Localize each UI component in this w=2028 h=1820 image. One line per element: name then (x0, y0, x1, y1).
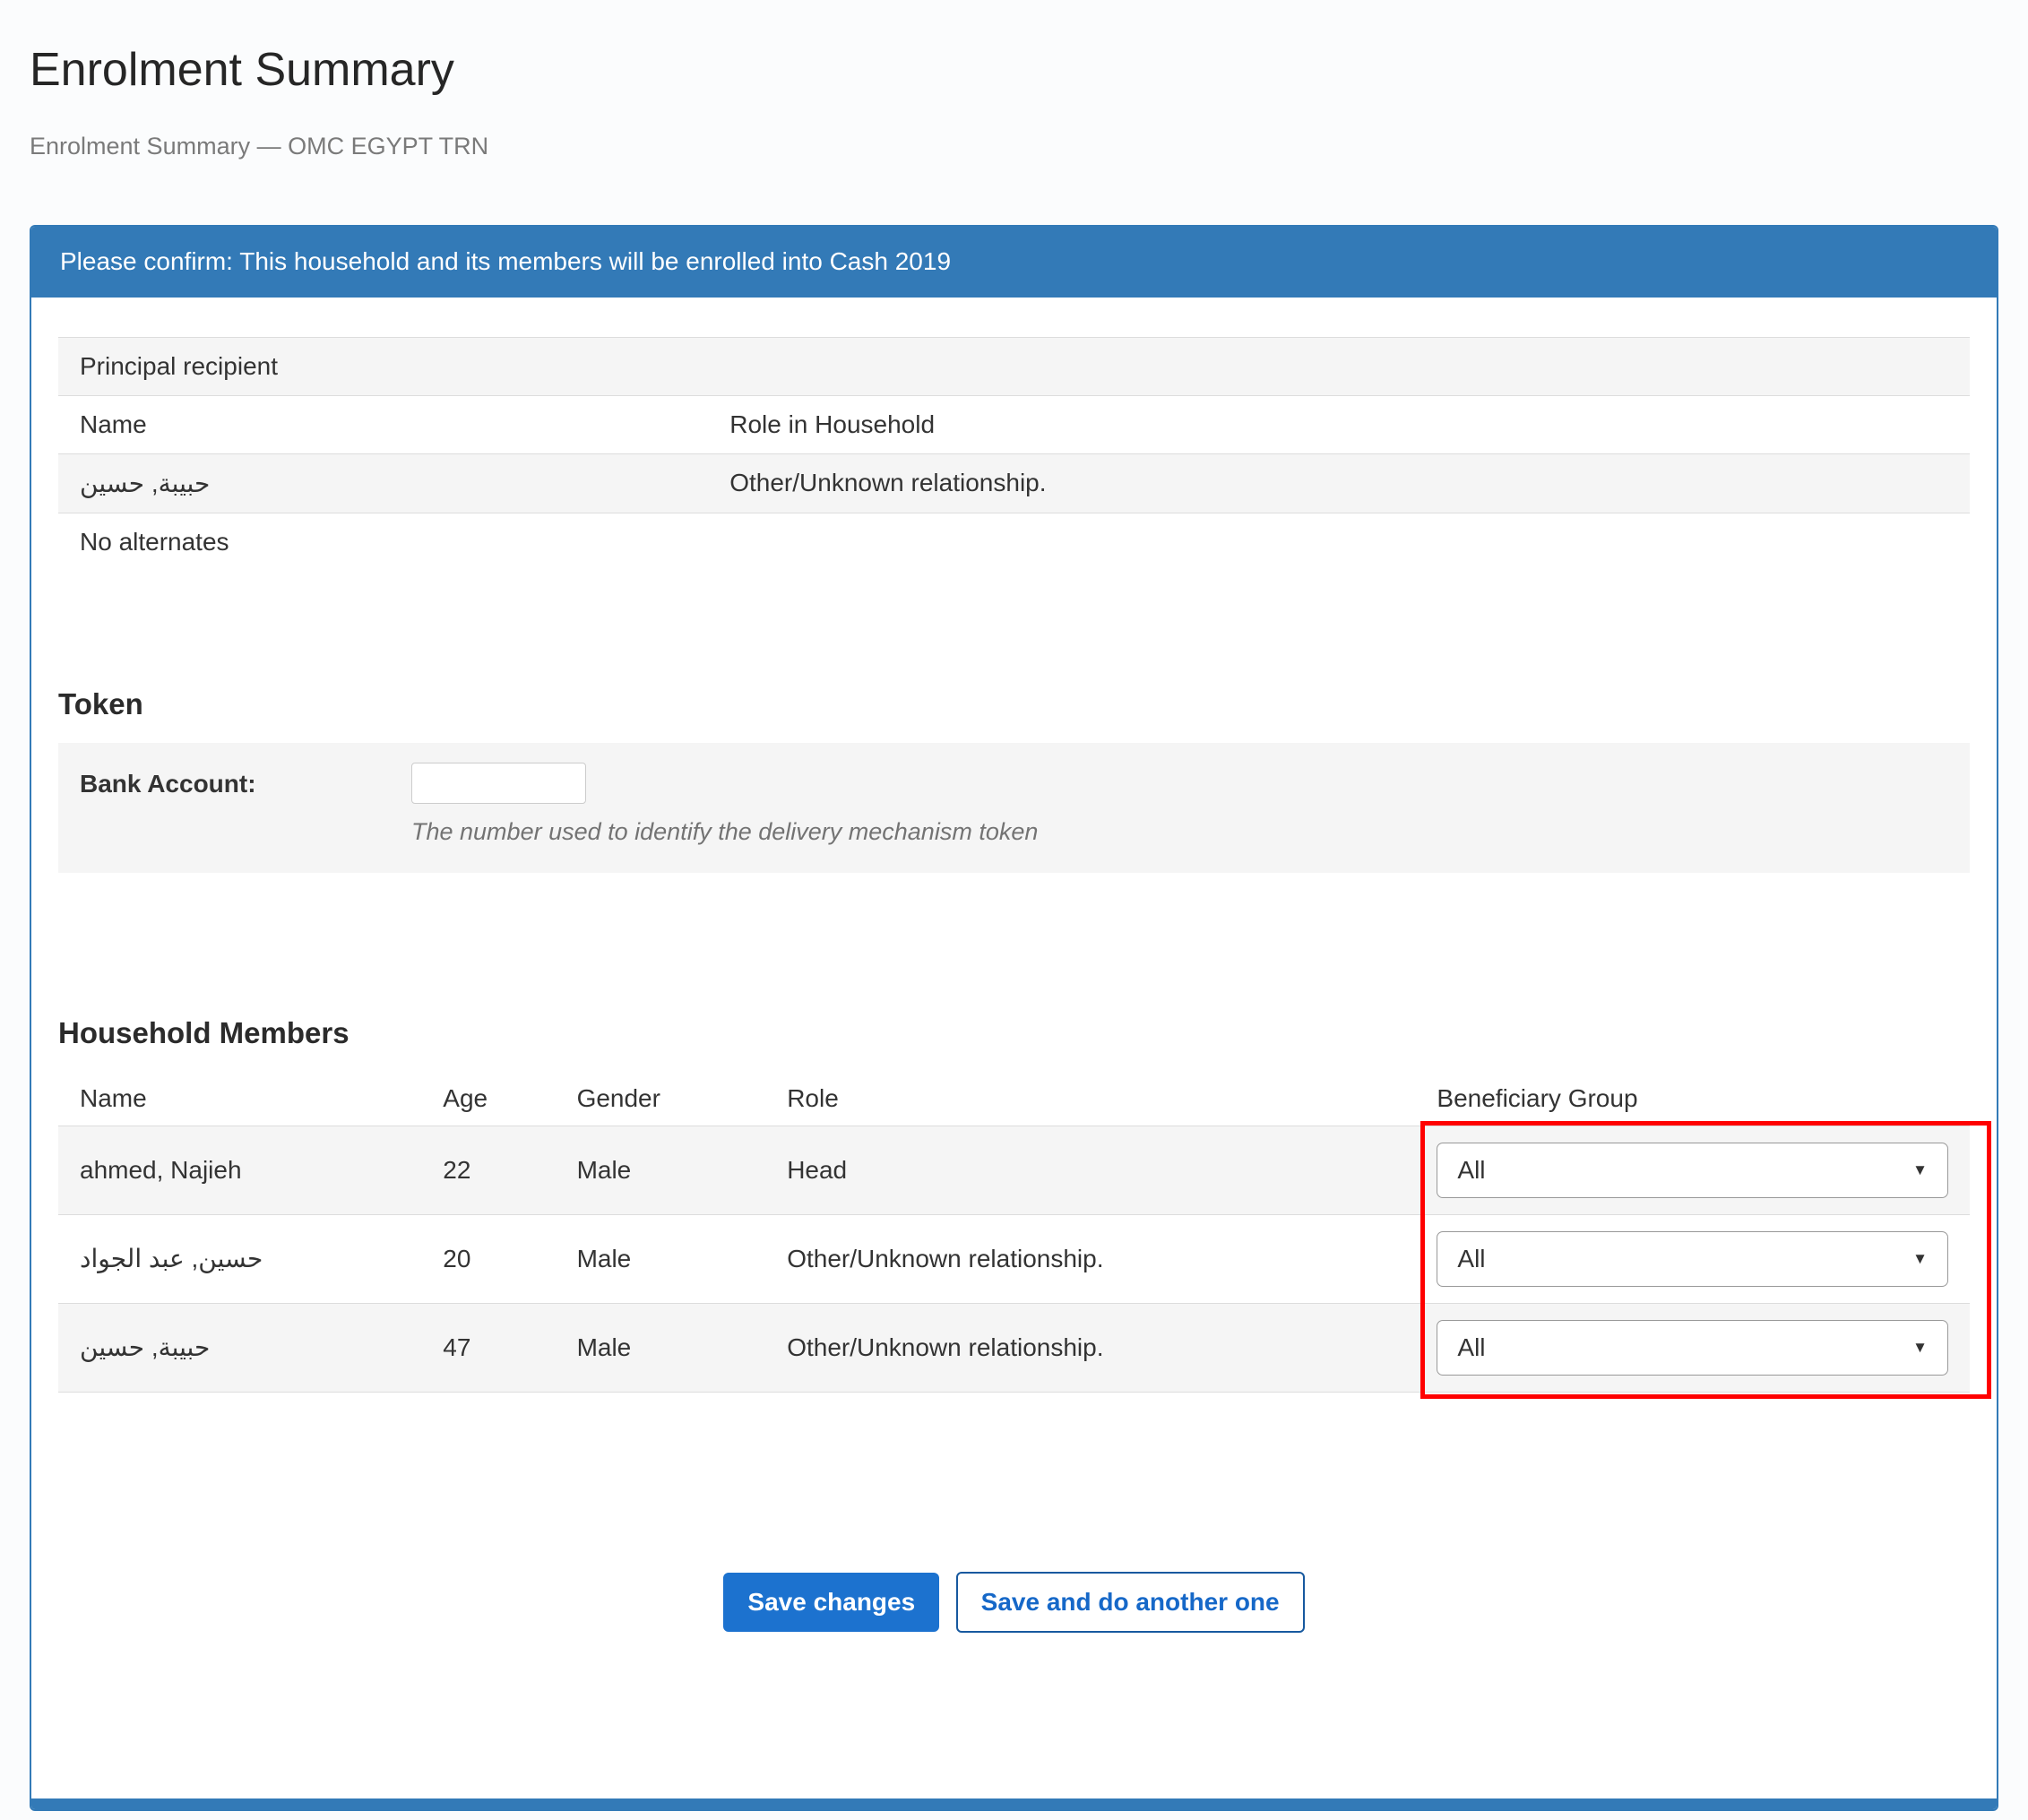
beneficiary-group-value: All (1457, 1333, 1485, 1362)
bank-account-help: The number used to identify the delivery… (411, 818, 1038, 846)
principal-header-row: Name Role in Household (58, 395, 1970, 453)
no-alternates-label: No alternates (58, 513, 1970, 571)
member-age: 22 (421, 1126, 555, 1214)
actions-bar: Save changes Save and do another one (58, 1572, 1970, 1798)
member-gender: Male (556, 1126, 766, 1214)
beneficiary-group-value: All (1457, 1245, 1485, 1273)
save-changes-button[interactable]: Save changes (723, 1573, 939, 1632)
beneficiary-group-select[interactable]: All ▼ (1437, 1320, 1948, 1376)
chevron-down-icon: ▼ (1912, 1339, 1928, 1357)
beneficiary-group-select[interactable]: All ▼ (1437, 1143, 1948, 1198)
household-header-row: Name Age Gender Role Beneficiary Group (58, 1072, 1970, 1126)
bank-account-label: Bank Account: (80, 763, 411, 798)
principal-section-row: Principal recipient (58, 337, 1970, 395)
member-row: حبيبة, حسين 47 Male Other/Unknown relati… (58, 1303, 1970, 1392)
member-row: حسين, عبد الجواد 20 Male Other/Unknown r… (58, 1214, 1970, 1303)
bank-account-input[interactable] (411, 763, 586, 804)
col-header-name: Name (58, 1072, 421, 1126)
member-age: 20 (421, 1214, 555, 1303)
col-header-role: Role (765, 1072, 1415, 1126)
col-header-gender: Gender (556, 1072, 766, 1126)
principal-recipient-table: Principal recipient Name Role in Househo… (58, 337, 1970, 571)
member-name: حسين, عبد الجواد (58, 1214, 421, 1303)
panel-body: Principal recipient Name Role in Househo… (31, 298, 1997, 1798)
household-table-wrap: Name Age Gender Role Beneficiary Group a… (58, 1072, 1970, 1393)
col-header-age: Age (421, 1072, 555, 1126)
page-title: Enrolment Summary (30, 43, 1998, 97)
principal-name-value: حبيبة, حسين (58, 453, 708, 513)
principal-role-header: Role in Household (708, 395, 1970, 453)
household-members-table: Name Age Gender Role Beneficiary Group a… (58, 1072, 1970, 1393)
principal-role-value: Other/Unknown relationship. (708, 453, 1970, 513)
page-container: Enrolment Summary Enrolment Summary — OM… (0, 0, 2028, 1811)
chevron-down-icon: ▼ (1912, 1161, 1928, 1179)
member-gender: Male (556, 1303, 766, 1392)
breadcrumb: Enrolment Summary — OMC EGYPT TRN (30, 133, 1998, 160)
member-name: حبيبة, حسين (58, 1303, 421, 1392)
token-form: Bank Account: The number used to identif… (58, 743, 1970, 873)
member-role: Head (765, 1126, 1415, 1214)
col-header-beneficiary-group: Beneficiary Group (1415, 1072, 1970, 1126)
bank-account-field-group: The number used to identify the delivery… (411, 763, 1038, 846)
token-heading: Token (58, 687, 1970, 721)
chevron-down-icon: ▼ (1912, 1250, 1928, 1268)
panel-footer-bar (31, 1798, 1997, 1809)
principal-section-label: Principal recipient (58, 337, 1970, 395)
member-row: ahmed, Najieh 22 Male Head All ▼ (58, 1126, 1970, 1214)
member-name: ahmed, Najieh (58, 1126, 421, 1214)
beneficiary-group-select[interactable]: All ▼ (1437, 1231, 1948, 1287)
enrolment-panel: Please confirm: This household and its m… (30, 225, 1998, 1811)
household-members-heading: Household Members (58, 1016, 1970, 1050)
principal-name-header: Name (58, 395, 708, 453)
principal-data-row: حبيبة, حسين Other/Unknown relationship. (58, 453, 1970, 513)
no-alternates-row: No alternates (58, 513, 1970, 571)
member-gender: Male (556, 1214, 766, 1303)
confirm-banner: Please confirm: This household and its m… (31, 227, 1997, 298)
member-role: Other/Unknown relationship. (765, 1214, 1415, 1303)
save-and-do-another-button[interactable]: Save and do another one (956, 1572, 1305, 1633)
member-role: Other/Unknown relationship. (765, 1303, 1415, 1392)
member-age: 47 (421, 1303, 555, 1392)
beneficiary-group-value: All (1457, 1156, 1485, 1185)
